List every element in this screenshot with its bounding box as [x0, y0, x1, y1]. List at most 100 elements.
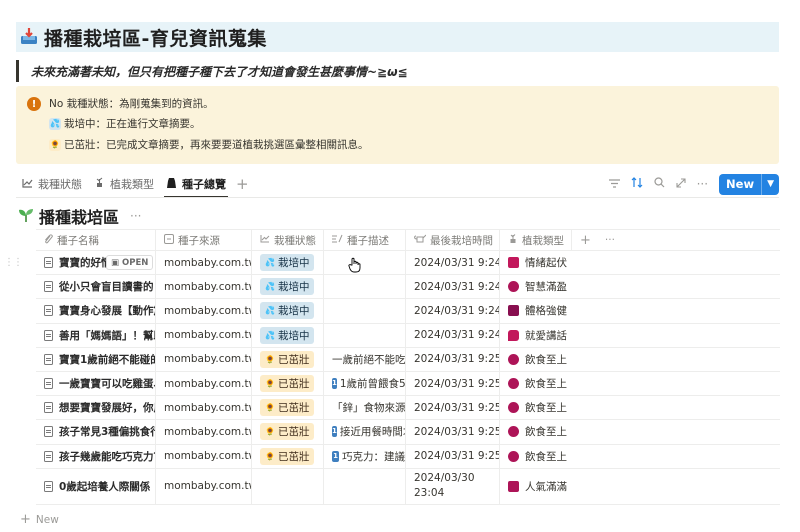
description-cell[interactable]: 1 1歲前曾餵食5	[324, 371, 406, 396]
date-cell[interactable]: 2024/03/31 9:24	[406, 299, 500, 323]
seed-name-cell[interactable]: 想要寶寶發展好，你用	[36, 396, 156, 420]
type-cell[interactable]: 飲食至上	[500, 372, 572, 395]
type-cell[interactable]: 飲食至上	[500, 348, 572, 371]
status-text: 栽培中	[277, 329, 310, 342]
description-cell[interactable]: 1 巧克力：建議	[324, 444, 406, 468]
type-cell[interactable]: 就愛講話	[500, 324, 572, 347]
add-column-icon[interactable]: +	[580, 233, 591, 248]
database-options-icon[interactable]: ···	[130, 209, 141, 223]
date-cell[interactable]: 2024/03/31 9:24	[406, 251, 500, 275]
table-row[interactable]: 善用「媽媽語」！幫助孩 mombaby.com.tw/a 💦栽培中 2024/0…	[36, 323, 780, 348]
seed-source-cell[interactable]: mombaby.com.tw/a	[156, 396, 252, 420]
date-cell[interactable]: 2024/03/31 9:25	[406, 347, 500, 371]
table-row[interactable]: 想要寶寶發展好，你用 mombaby.com.tw/a 🌻已茁壯 「鋅」食物來源…	[36, 396, 780, 421]
seed-source-cell[interactable]: mombaby.com.tw/a	[156, 371, 252, 396]
table-row[interactable]: 0歲起培養人際關係｜M mombaby.com.tw/a 2024/03/30 …	[36, 468, 780, 505]
type-cell[interactable]: 智慧滿盈	[500, 275, 572, 298]
expand-icon[interactable]	[676, 177, 686, 191]
status-cell[interactable]	[252, 468, 324, 504]
type-cell[interactable]: 飲食至上	[500, 420, 572, 443]
table-row[interactable]: 寶寶身心發展【動作篇】 mombaby.com.tw/a 💦栽培中 2024/0…	[36, 299, 780, 324]
column-last-cultivated[interactable]: 最後栽培時間	[406, 229, 500, 251]
seed-name-cell[interactable]: 孩子常見3種偏挑食行為	[36, 420, 156, 444]
status-cell[interactable]: 💦 栽培中	[252, 251, 324, 275]
open-button[interactable]: ▣ OPEN	[106, 255, 154, 270]
seed-name-cell[interactable]: 一歲寶寶可以吃雞蛋、子	[36, 371, 156, 396]
date-cell[interactable]: 2024/03/31 9:25	[406, 420, 500, 444]
seed-source-cell[interactable]: mombaby.com.tw/a	[156, 347, 252, 371]
type-cell[interactable]: 體格強健	[500, 299, 572, 322]
tab-label: 種子總覽	[182, 178, 226, 191]
seed-name-cell[interactable]: 孩子幾歲能吃巧克力？5	[36, 444, 156, 468]
type-cell[interactable]: 飲食至上	[500, 396, 572, 419]
add-view-icon[interactable]: +	[236, 175, 249, 193]
seed-name-cell[interactable]: 寶寶身心發展【動作篇】	[36, 299, 156, 323]
callout-line-2: 💦 栽培中：正在進行文章摘要。	[49, 116, 201, 131]
status-cell[interactable]: 💦 栽培中	[252, 323, 324, 347]
filter-icon[interactable]	[608, 177, 620, 191]
description-cell[interactable]: 1接近用餐時間才	[324, 420, 406, 444]
column-plant-type[interactable]: 植栽類型	[500, 229, 572, 251]
seed-name-cell[interactable]: 善用「媽媽語」！幫助孩	[36, 323, 156, 347]
seed-source-cell[interactable]: mombaby.com.tw/a	[156, 468, 252, 504]
description-cell[interactable]	[324, 468, 406, 504]
seed-source-cell[interactable]: mombaby.com.tw/a	[156, 444, 252, 468]
date-cell[interactable]: 2024/03/31 9:25	[406, 371, 500, 396]
column-seed-name[interactable]: 種子名稱	[36, 229, 156, 251]
seed-name-cell[interactable]: 從小只會盲目讀書的 Ho	[36, 275, 156, 299]
description-cell[interactable]	[324, 299, 406, 323]
status-tag: 💦 栽培中	[260, 302, 315, 320]
tab-planting-status[interactable]: 栽種狀態	[16, 172, 88, 196]
seed-source-cell[interactable]: mombaby.com.tw/a	[156, 275, 252, 299]
column-seed-description[interactable]: 種子描述	[324, 229, 406, 251]
table-row[interactable]: 從小只會盲目讀書的 Ho mombaby.com.tw/a 💦栽培中 2024/…	[36, 275, 780, 300]
table-row[interactable]: 一歲寶寶可以吃雞蛋、子 mombaby.com.tw/a 🌻已茁壯 11歲前曾餵…	[36, 371, 780, 397]
date-cell[interactable]: 2024/03/31 9:25	[406, 444, 500, 468]
type-cell[interactable]: 情緒起伏	[500, 251, 572, 274]
sort-icon[interactable]	[631, 177, 643, 191]
description-cell[interactable]	[324, 275, 406, 299]
search-icon[interactable]	[653, 177, 665, 191]
column-planting-status[interactable]: 栽種狀態	[252, 229, 324, 251]
seed-source-cell[interactable]: mombaby.com.tw/a	[156, 251, 252, 275]
status-cell[interactable]: 🌻 已茁壯	[252, 444, 324, 468]
seed-source-cell[interactable]: mombaby.com.tw/a	[156, 420, 252, 444]
date-cell[interactable]: 2024/03/30 23:04	[406, 468, 500, 504]
description-cell[interactable]: 「鋅」食物來源：	[324, 396, 406, 420]
more-options-icon[interactable]: ···	[697, 177, 708, 191]
seed-source-cell[interactable]: mombaby.com.tw/a	[156, 299, 252, 323]
status-cell[interactable]: 🌻 已茁壯	[252, 347, 324, 371]
type-cell[interactable]: 人氣滿滿	[500, 469, 572, 504]
database-title-text[interactable]: 播種栽培區	[39, 204, 119, 228]
apple-icon	[508, 353, 519, 365]
table-row[interactable]: 孩子幾歲能吃巧克力？5 mombaby.com.tw/a 🌻已茁壯 1巧克力：建…	[36, 444, 780, 469]
date-cell[interactable]: 2024/03/31 9:25	[406, 396, 500, 420]
seed-name-cell[interactable]: 寶寶1歲前絕不能碰的地	[36, 347, 156, 371]
page-quote: 未來充滿著未知，但只有把種子種下去了才知道會發生甚麼事情~≧ω≦	[16, 60, 408, 82]
date-cell[interactable]: 2024/03/31 9:24	[406, 323, 500, 347]
add-row-button[interactable]: + New	[20, 512, 59, 527]
table-row[interactable]: 寶寶1歲前絕不能碰的地 mombaby.com.tw/a 🌻已茁壯 一歲前絕不能…	[36, 347, 780, 372]
tab-plant-type[interactable]: 植栽類型	[88, 172, 160, 196]
status-cell[interactable]: 🌻 已茁壯	[252, 396, 324, 420]
seed-source-cell[interactable]: mombaby.com.tw/a	[156, 323, 252, 347]
status-cell[interactable]: 💦 栽培中	[252, 299, 324, 323]
more-options-icon[interactable]: ···	[605, 234, 615, 246]
description-cell[interactable]: 一歲前絕不能吃的	[324, 347, 406, 371]
new-button[interactable]: New ▼	[719, 173, 779, 195]
drag-handle-icon[interactable]: ⋮⋮	[4, 257, 23, 268]
seed-name: 寶寶身心發展【動作篇】	[59, 305, 155, 318]
seed-name-cell[interactable]: 0歲起培養人際關係｜M	[36, 468, 156, 504]
table-row[interactable]: 寶寶的好情 ▣OPEN mombaby.com.tw/a 💦栽培中 2024/0…	[36, 251, 780, 276]
type-cell[interactable]: 飲食至上	[500, 445, 572, 468]
status-cell[interactable]: 💦 栽培中	[252, 275, 324, 299]
description-cell[interactable]	[324, 251, 406, 275]
tab-seed-overview[interactable]: 種子總覽	[160, 172, 232, 198]
column-seed-source[interactable]: 種子來源	[156, 229, 252, 251]
chevron-down-icon[interactable]: ▼	[761, 173, 779, 195]
status-cell[interactable]: 🌻 已茁壯	[252, 420, 324, 444]
table-row[interactable]: 孩子常見3種偏挑食行為 mombaby.com.tw/a 🌻已茁壯 1接近用餐時…	[36, 420, 780, 445]
date-cell[interactable]: 2024/03/31 9:24	[406, 275, 500, 299]
status-cell[interactable]: 🌻 已茁壯	[252, 371, 324, 396]
description-cell[interactable]	[324, 323, 406, 347]
